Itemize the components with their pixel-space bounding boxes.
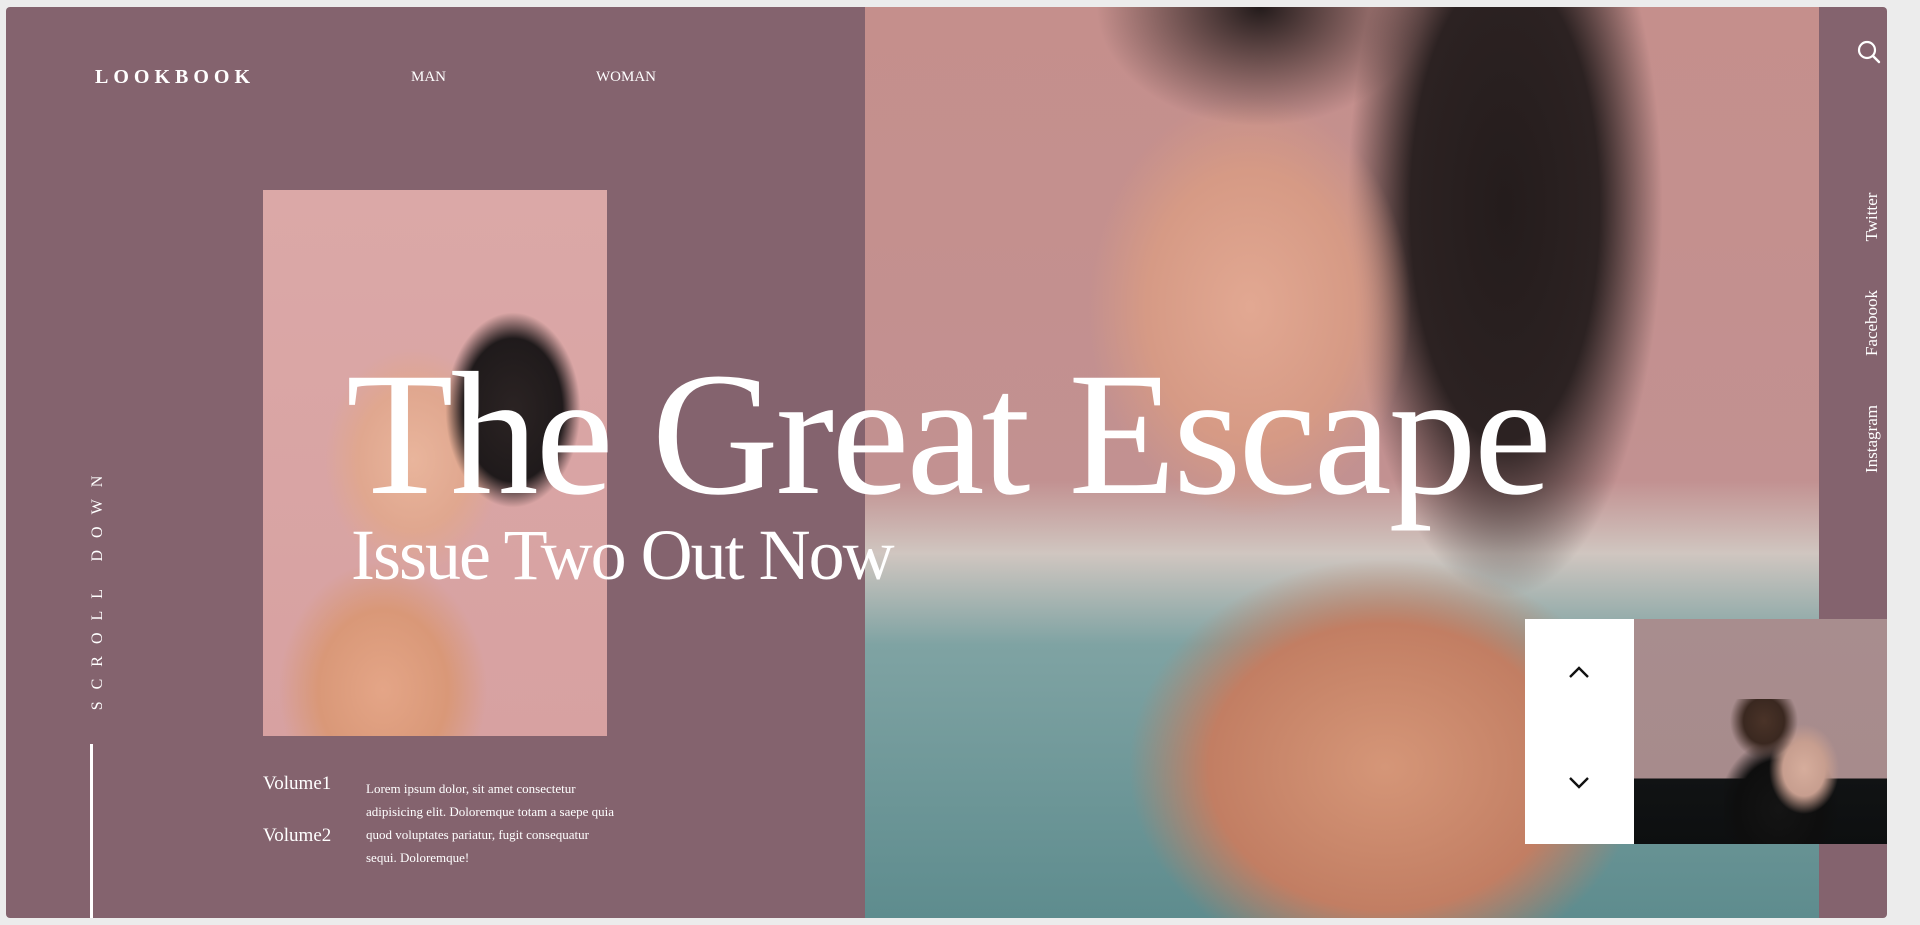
social-link-instagram[interactable]: Instagram	[1862, 405, 1882, 473]
scroll-indicator-line	[90, 744, 93, 918]
nav-link-woman[interactable]: WOMAN	[596, 69, 656, 86]
thumbnail-figure	[1724, 699, 1844, 844]
hero-photo-hair	[1095, 7, 1425, 127]
hero-title: The Great Escape	[346, 337, 1552, 532]
volume-link-1[interactable]: Volume1	[263, 773, 331, 795]
social-link-facebook[interactable]: Facebook	[1862, 290, 1882, 356]
volume-link-2[interactable]: Volume2	[263, 825, 331, 847]
brand-logo[interactable]: LOOKBOOK	[95, 66, 255, 89]
chevron-up-icon[interactable]	[1562, 655, 1596, 689]
page-frame: LOOKBOOK MAN WOMAN Twitter Facebook Inst…	[6, 7, 1887, 918]
slider-controls	[1525, 619, 1634, 844]
issue-description: Lorem ipsum dolor, sit amet consectetur …	[366, 781, 615, 865]
hero-subtitle: Issue Two Out Now	[351, 515, 895, 595]
social-link-twitter[interactable]: Twitter	[1862, 193, 1882, 242]
nav-link-man[interactable]: MAN	[411, 69, 446, 86]
chevron-down-icon[interactable]	[1562, 766, 1596, 800]
scroll-down-label: SCROLL DOWN	[89, 463, 106, 711]
search-icon[interactable]	[1855, 38, 1883, 66]
next-slide-thumbnail[interactable]	[1634, 619, 1887, 844]
